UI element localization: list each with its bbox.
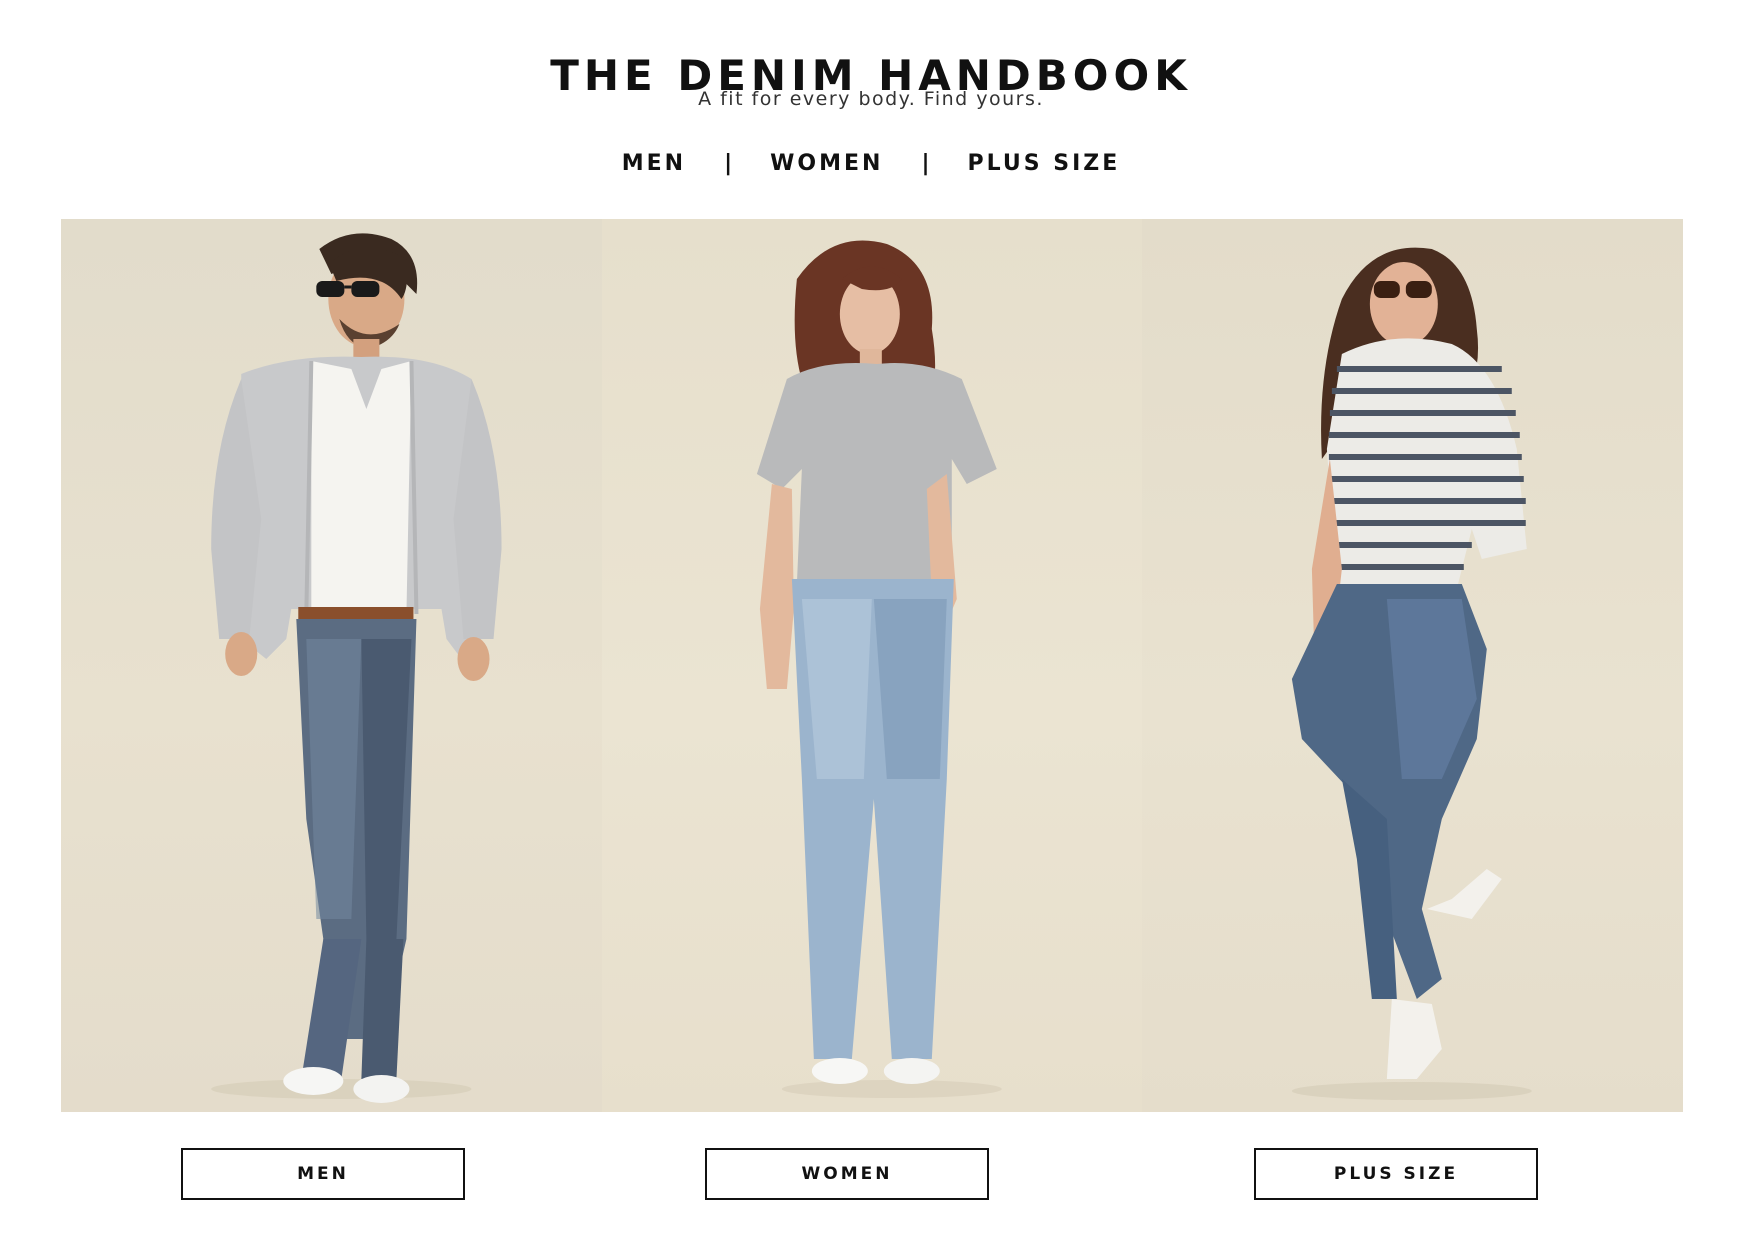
women-model-illustration: [756, 240, 1002, 1098]
nav-link-women[interactable]: WOMEN: [770, 151, 883, 176]
nav-link-men[interactable]: MEN: [622, 151, 686, 176]
men-model-photo[interactable]: [61, 219, 602, 1112]
model-gallery: [61, 219, 1684, 1112]
nav-separator: |: [724, 150, 733, 176]
shop-buttons-row: MEN WOMEN PLUS SIZE: [0, 1148, 1742, 1204]
nav-link-plus-size[interactable]: PLUS SIZE: [968, 151, 1121, 176]
men-model-illustration: [211, 233, 502, 1103]
category-nav: MEN | WOMEN | PLUS SIZE: [0, 146, 1742, 180]
shop-women-button[interactable]: WOMEN: [705, 1148, 989, 1200]
page-subtitle: A fit for every body. Find yours.: [698, 88, 1044, 110]
shop-men-button[interactable]: MEN: [181, 1148, 465, 1200]
shop-plus-size-button[interactable]: PLUS SIZE: [1254, 1148, 1538, 1200]
plus-size-model-illustration: [1292, 247, 1533, 1100]
nav-separator: |: [921, 150, 930, 176]
plus-size-model-photo[interactable]: [1142, 219, 1684, 1112]
women-model-photo[interactable]: [601, 219, 1143, 1112]
